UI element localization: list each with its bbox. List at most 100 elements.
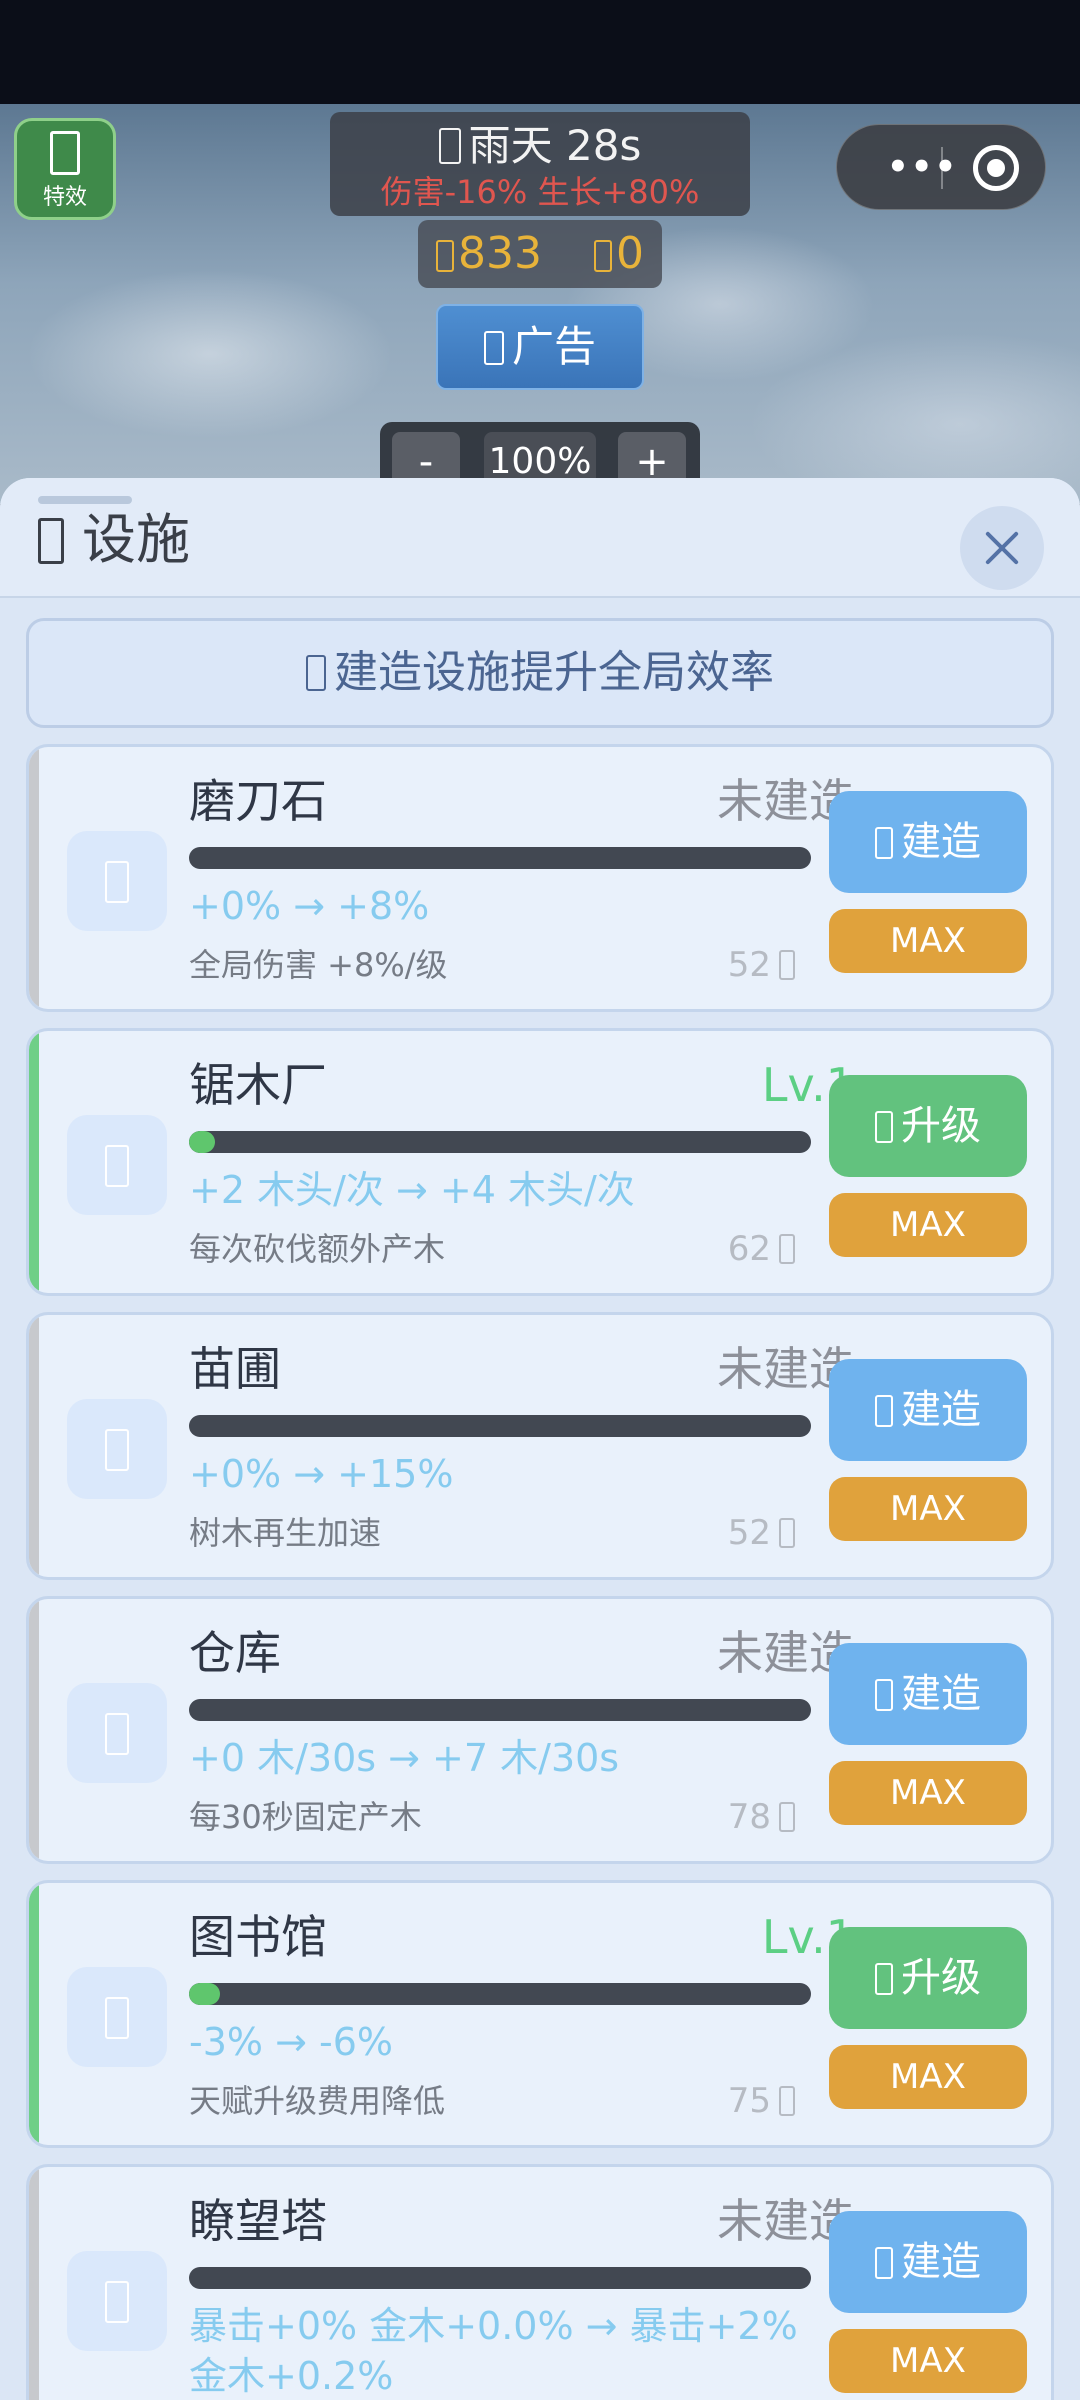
facility-effect: +0 木/30s → +7 木/30s — [189, 1736, 620, 1780]
facility-effect: 暴击+0% 金木+0.0% → 暴击+2% 金木+0.2% — [189, 2304, 798, 2398]
ad-icon — [483, 331, 504, 365]
upgrade-button[interactable]: 升级 — [829, 1075, 1027, 1177]
action-label: 建造 — [901, 2239, 981, 2285]
facility-name: 锯木厂 — [189, 1058, 327, 1112]
upgrade-icon — [875, 1111, 893, 1143]
facility-card: 锯木厂 Lv.1 +2 木头/次 → +4 木头/次 每次砍伐额外产木 62 升级 MAX — [26, 1028, 1054, 1296]
effects-icon — [50, 131, 80, 175]
wood-icon — [779, 1518, 795, 1548]
max-button[interactable]: MAX — [829, 1477, 1027, 1541]
facility-icon — [38, 518, 64, 564]
facility-card: 图书馆 Lv.1 -3% → -6% 天赋升级费用降低 75 升级 MAX — [26, 1880, 1054, 2148]
facility-cost: 78 — [728, 1795, 795, 1839]
max-button[interactable]: MAX — [829, 2329, 1027, 2393]
build-button[interactable]: 建造 — [829, 791, 1027, 893]
build-icon — [875, 827, 893, 859]
action-label: 建造 — [901, 1387, 981, 1433]
wood-icon — [779, 950, 795, 980]
capsule-divider — [941, 147, 943, 189]
build-button[interactable]: 建造 — [829, 1359, 1027, 1461]
cost-value: 52 — [727, 1513, 771, 1553]
facility-description: 全局伤害 +8%/级 — [189, 946, 448, 984]
facility-icon — [105, 1997, 129, 2039]
facility-name: 苗圃 — [189, 1342, 281, 1396]
facility-name: 图书馆 — [189, 1910, 327, 1964]
panel-title: 设施 — [38, 508, 190, 572]
facility-description: 每次砍伐额外产木 — [189, 1230, 446, 1268]
wood-icon — [779, 2086, 795, 2116]
drag-handle[interactable] — [38, 496, 132, 504]
facility-cost: 52 — [728, 1511, 795, 1555]
currency-bar: 833 0 — [418, 220, 662, 288]
info-icon — [306, 655, 326, 691]
facility-icon-box — [67, 2251, 167, 2351]
wood-icon — [779, 1234, 795, 1264]
facility-effect: +0% → +15% — [189, 1452, 454, 1496]
facility-cost: 62 — [728, 1227, 795, 1271]
panel-header: 设施 — [0, 478, 1080, 598]
level-progress-bar — [189, 1131, 811, 1153]
panel-title-text: 设施 — [82, 508, 190, 571]
level-progress-bar — [189, 847, 811, 869]
build-button[interactable]: 建造 — [829, 1643, 1027, 1745]
facility-effect: +2 木头/次 → +4 木头/次 — [189, 1168, 635, 1212]
ad-label: 广告 — [511, 322, 596, 371]
build-icon — [875, 1679, 893, 1711]
facility-name: 仓库 — [189, 1626, 281, 1680]
weather-text: 雨天 28s — [468, 121, 642, 170]
build-button[interactable]: 建造 — [829, 2211, 1027, 2313]
level-progress-bar — [189, 1983, 811, 2005]
upgrade-icon — [875, 1963, 893, 1995]
facility-icon — [105, 1429, 129, 1471]
facility-effect: -3% → -6% — [189, 2020, 393, 2064]
max-button[interactable]: MAX — [829, 1193, 1027, 1257]
facility-icon — [105, 861, 129, 903]
facility-description: 每30秒固定产木 — [189, 1798, 422, 1836]
close-button[interactable] — [960, 506, 1044, 590]
facility-icon-box — [67, 1399, 167, 1499]
rain-icon — [438, 128, 461, 164]
action-label: 建造 — [901, 819, 981, 865]
more-menu-button[interactable]: ••• — [887, 149, 958, 185]
cost-value: 52 — [727, 945, 771, 985]
facility-description: 天赋升级费用降低 — [189, 2082, 446, 2120]
game-scene[interactable]: 特效 雨天 28s 伤害-16% 生长+80% 833 0 广告 - 100% … — [0, 104, 1080, 504]
card-accent — [29, 1883, 39, 2145]
max-button[interactable]: MAX — [829, 2045, 1027, 2109]
build-icon — [875, 1395, 893, 1427]
level-progress-bar — [189, 2267, 811, 2289]
weather-modifiers: 伤害-16% 生长+80% — [380, 173, 700, 211]
action-label: 升级 — [901, 1955, 981, 2001]
max-button[interactable]: MAX — [829, 909, 1027, 973]
status-bar — [0, 0, 1080, 104]
facility-icon-box — [67, 831, 167, 931]
effects-button[interactable]: 特效 — [14, 118, 116, 220]
facility-icon — [105, 1713, 129, 1755]
card-accent — [29, 747, 39, 1009]
gem-count: 0 — [615, 228, 644, 279]
facility-name: 磨刀石 — [189, 774, 327, 828]
miniprogram-capsule: ••• — [836, 124, 1046, 210]
facility-icon-box — [67, 1115, 167, 1215]
level-progress-bar — [189, 1699, 811, 1721]
action-label: 建造 — [901, 1671, 981, 1717]
facility-icon — [105, 1145, 129, 1187]
level-progress-fill — [189, 1131, 215, 1153]
banner-text: 建造设施提升全局效率 — [334, 647, 774, 698]
upgrade-button[interactable]: 升级 — [829, 1927, 1027, 2029]
gem-icon — [593, 240, 612, 272]
facility-icon-box — [67, 1683, 167, 1783]
facility-card: 磨刀石 未建造 +0% → +8% 全局伤害 +8%/级 52 建造 MAX — [26, 744, 1054, 1012]
facility-name: 瞭望塔 — [189, 2194, 327, 2248]
wood-count: 833 — [458, 228, 542, 279]
cost-value: 75 — [727, 2081, 771, 2121]
wood-icon — [779, 1802, 795, 1832]
max-button[interactable]: MAX — [829, 1761, 1027, 1825]
wood-icon — [436, 240, 454, 272]
ad-button[interactable]: 广告 — [436, 304, 644, 390]
card-accent — [29, 1599, 39, 1861]
action-label: 升级 — [901, 1103, 981, 1149]
close-miniprogram-icon[interactable] — [973, 145, 1019, 191]
facility-icon-box — [67, 1967, 167, 2067]
facility-effect: +0% → +8% — [189, 884, 430, 928]
